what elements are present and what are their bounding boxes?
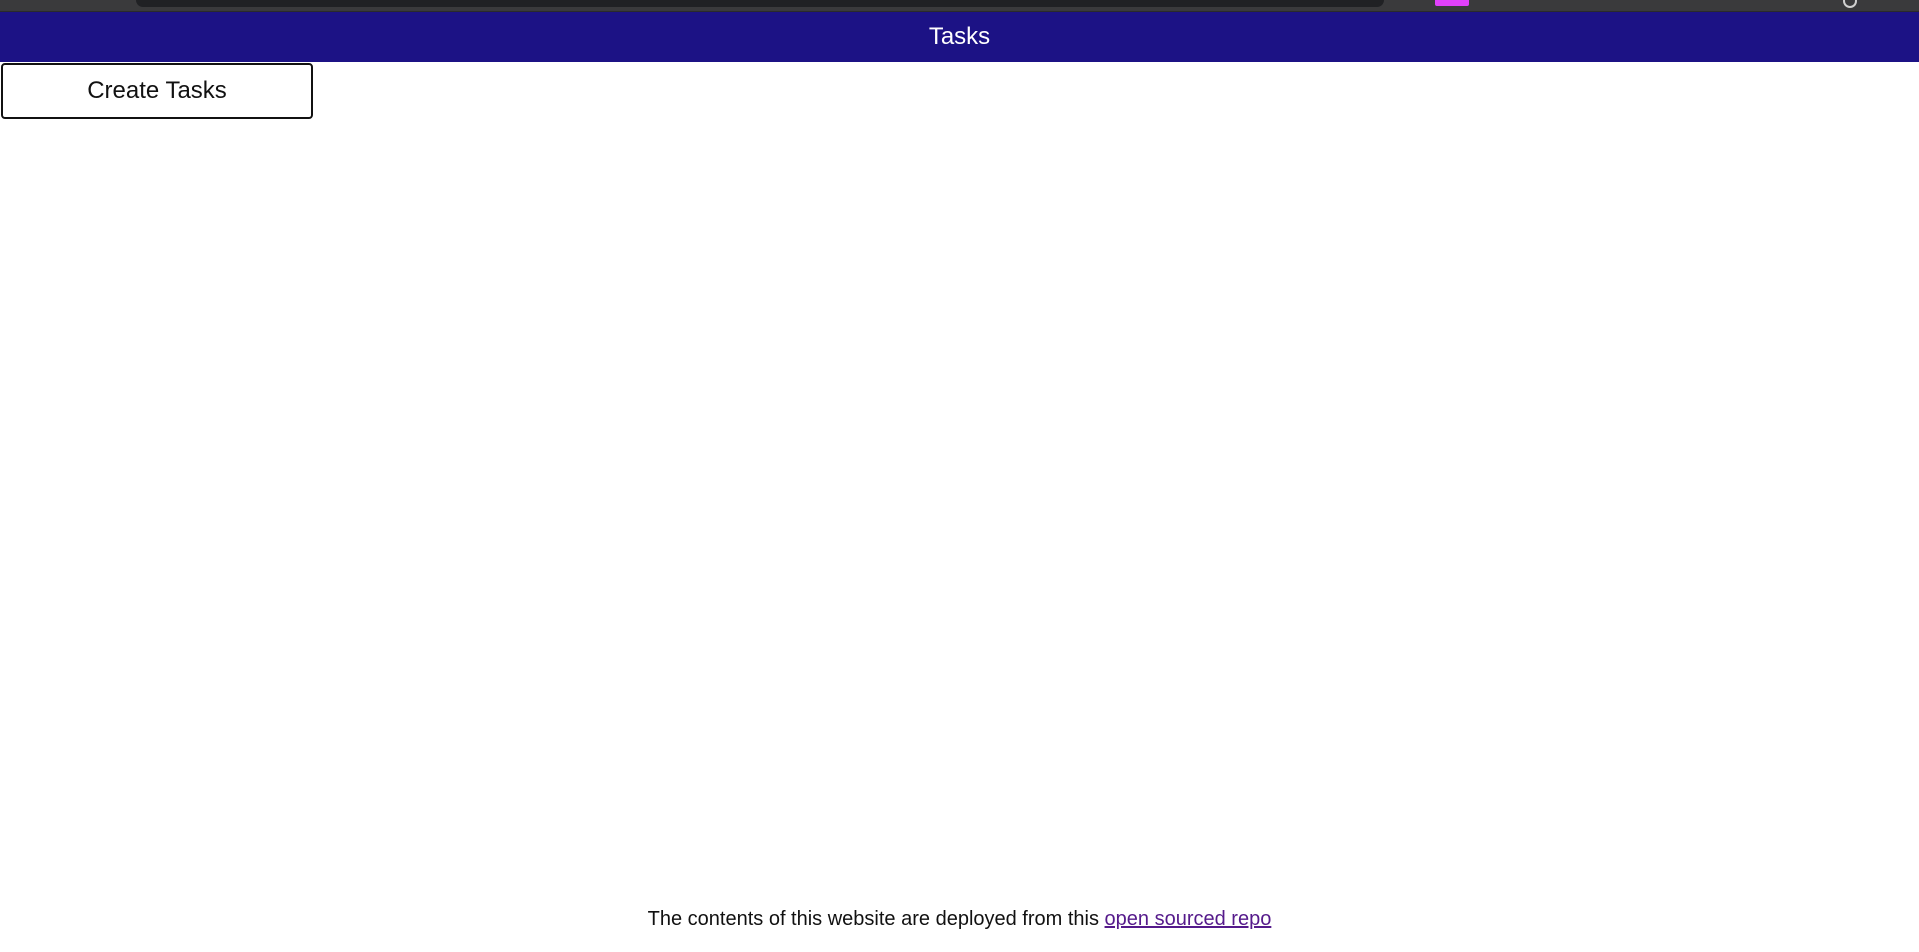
footer-text: The contents of this website are deploye… (647, 908, 1105, 930)
profile-icon[interactable] (1843, 0, 1857, 8)
address-bar[interactable] (136, 0, 1384, 7)
create-tasks-button[interactable]: Create Tasks (1, 63, 313, 119)
page-title: Tasks (928, 23, 991, 50)
browser-toolbar (0, 0, 1919, 12)
open-sourced-repo-link[interactable]: open sourced repo (1105, 908, 1272, 930)
page-footer: The contents of this website are deploye… (0, 908, 1919, 931)
extension-badge-icon[interactable] (1435, 0, 1469, 6)
page-header: Tasks (0, 12, 1919, 62)
